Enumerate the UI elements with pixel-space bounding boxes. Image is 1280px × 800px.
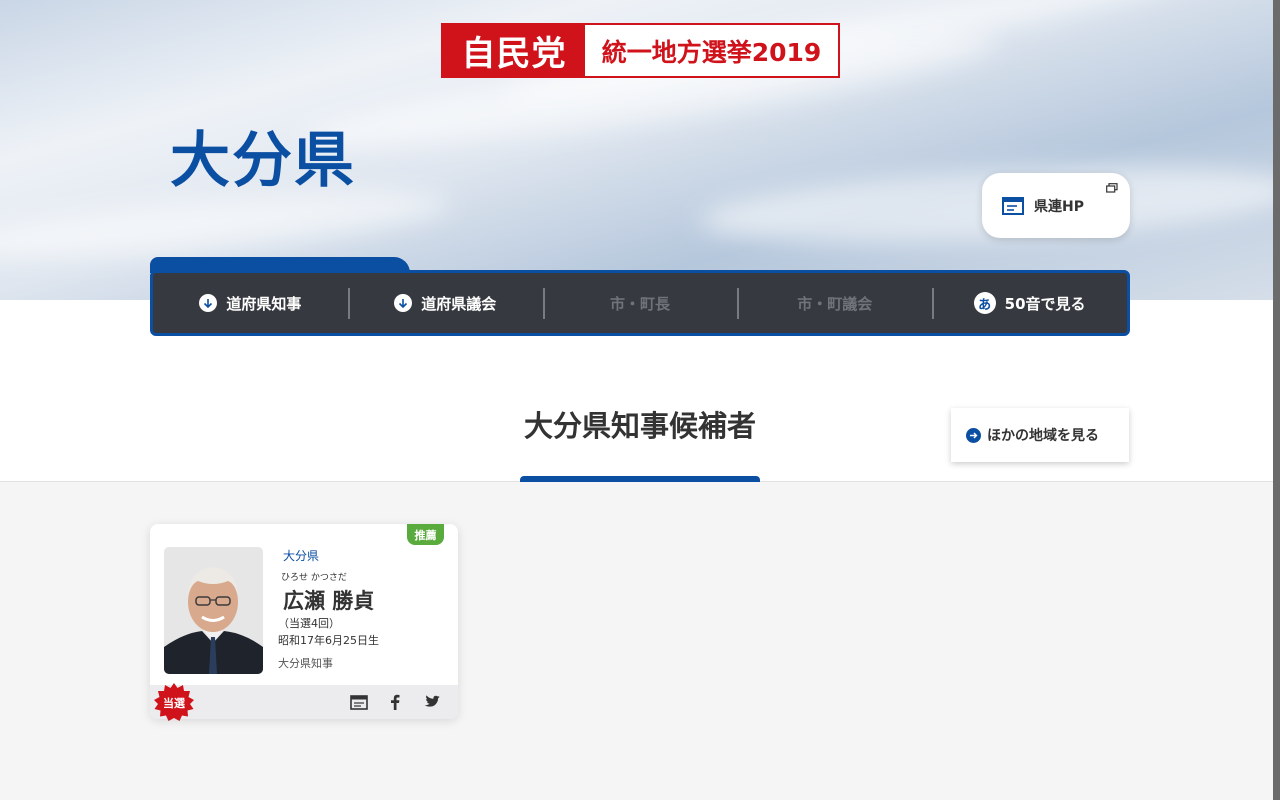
hiragana-a-glyph: あ <box>978 297 992 313</box>
section-title: 大分県知事候補者 <box>523 409 756 443</box>
recommended-badge: 推薦 <box>407 524 444 545</box>
browser-window-icon <box>1002 196 1024 215</box>
nav-item-label: 市・町長 <box>609 294 670 313</box>
arrow-right-circle-icon <box>966 427 981 443</box>
nav-item-label: 道府県知事 <box>226 294 302 313</box>
candidate-position: 大分県知事 <box>278 657 333 670</box>
hiragana-a-icon: あ <box>973 292 996 314</box>
site-logo[interactable]: 自民党 統一地方選挙2019 <box>441 23 840 78</box>
prefectural-hp-button[interactable]: 県連HP <box>982 173 1130 238</box>
nav-item-assembly[interactable]: 道府県議会 <box>347 273 543 333</box>
candidate-card[interactable]: 推薦 大分県 ひろせ かつさだ 広瀬 勝貞 （当選4回） 昭和17年6月25日生… <box>150 524 458 721</box>
nav-item-label: 市・町議会 <box>797 294 873 313</box>
arrow-down-circle-icon <box>199 294 218 312</box>
elected-badge: 当選 <box>153 682 195 724</box>
website-icon[interactable] <box>350 694 368 710</box>
scrollbar[interactable] <box>1273 0 1280 800</box>
nav-item-mayor: 市・町長 <box>542 273 738 333</box>
hp-button-label: 県連HP <box>1034 198 1084 215</box>
section-title-underline <box>520 476 760 482</box>
nav-item-label: 道府県議会 <box>421 294 497 313</box>
elected-badge-label: 当選 <box>163 697 185 710</box>
category-nav: 道府県知事 道府県議会 市・町長 市・町議会 あ 50音で見る <box>150 270 1130 336</box>
candidate-photo <box>164 547 263 674</box>
nav-item-syllabary[interactable]: あ 50音で見る <box>932 273 1127 333</box>
candidate-region: 大分県 <box>283 549 320 563</box>
page-title: 大分県 <box>170 126 356 196</box>
election-name: 統一地方選挙2019 <box>601 37 822 67</box>
arrow-down-circle-icon <box>394 294 413 312</box>
candidate-birthdate: 昭和17年6月25日生 <box>278 634 379 647</box>
candidate-name: 広瀬 勝貞 <box>283 589 375 613</box>
facebook-icon[interactable] <box>390 694 400 710</box>
candidate-terms: （当選4回） <box>278 617 340 630</box>
nav-item-city-assembly: 市・町議会 <box>737 273 932 333</box>
party-name: 自民党 <box>443 25 585 76</box>
twitter-icon[interactable] <box>422 694 440 710</box>
candidate-name-kana: ひろせ かつさだ <box>281 573 347 583</box>
candidate-card-footer <box>150 685 458 719</box>
nav-item-governor[interactable]: 道府県知事 <box>153 273 348 333</box>
nav-item-label: 50音で見る <box>1004 294 1086 313</box>
other-regions-label: ほかの地域を見る <box>987 428 1099 444</box>
external-link-icon <box>1106 183 1118 193</box>
other-regions-button[interactable]: ほかの地域を見る <box>951 408 1129 462</box>
